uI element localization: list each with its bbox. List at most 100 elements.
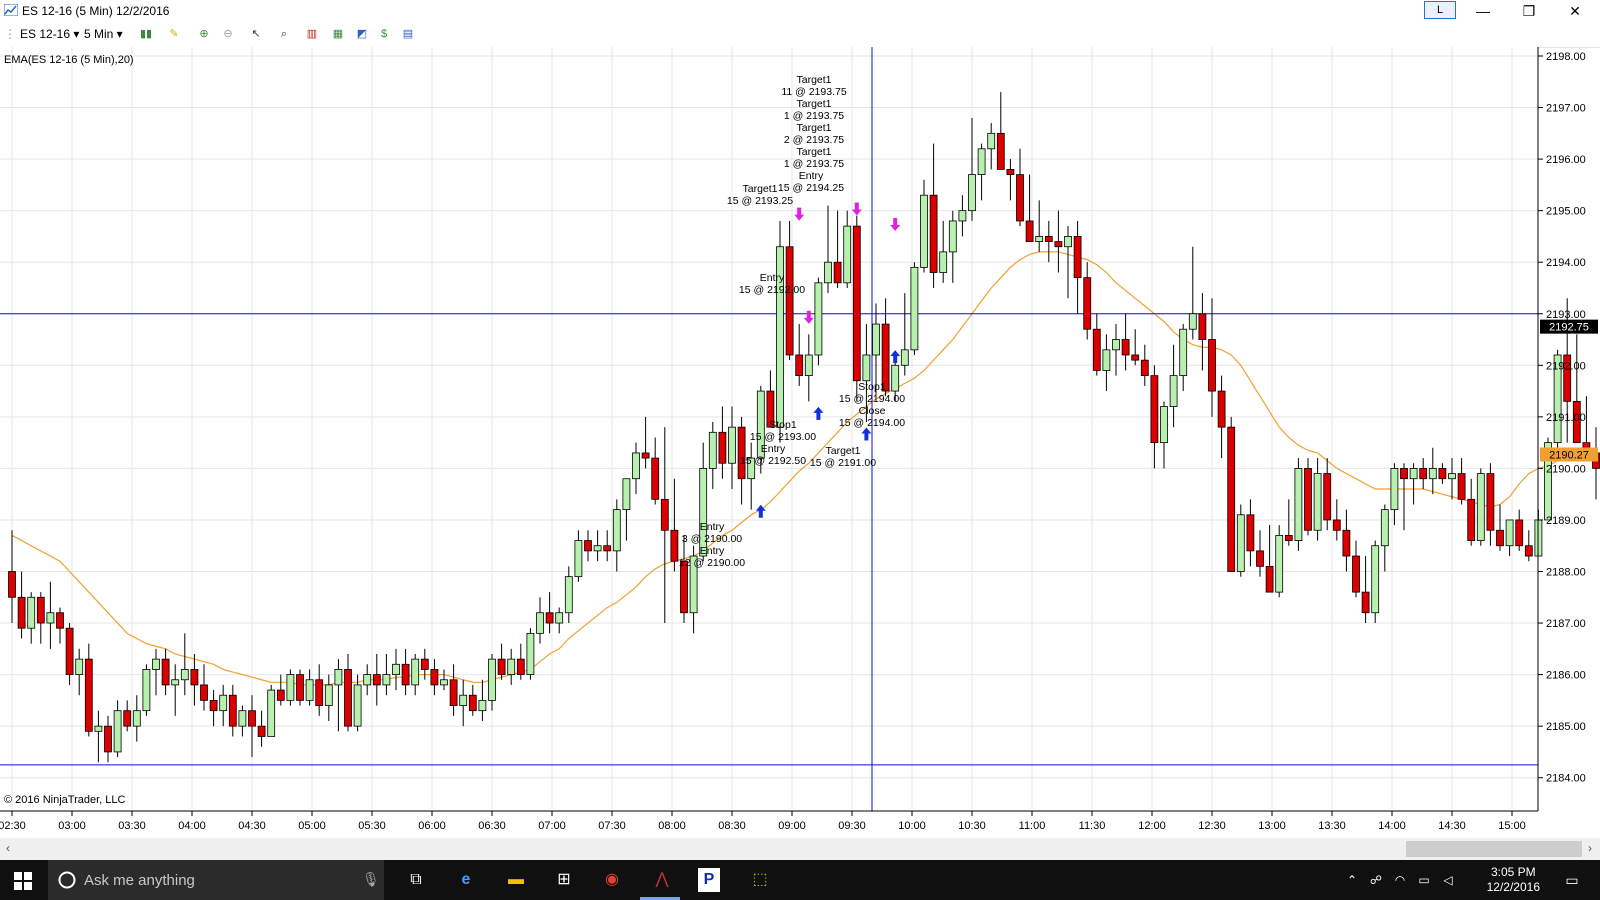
ninjatrader-icon[interactable]: ⋀ [650, 868, 674, 892]
wifi-icon[interactable]: ◠ [1388, 868, 1412, 892]
down-candle [1150, 375, 1159, 444]
up-candle [94, 725, 103, 732]
templates-icon[interactable]: ▤ [400, 27, 416, 41]
last-price-tag: 2192.75 [1549, 322, 1589, 334]
scroll-right-icon[interactable]: › [1588, 841, 1592, 855]
strategies-icon[interactable]: $ [376, 27, 392, 41]
up-candle [488, 658, 496, 701]
down-candle [1515, 519, 1524, 547]
data-box-icon[interactable]: ▦ [330, 27, 346, 41]
zoom-out-icon[interactable]: ⊖ [220, 27, 236, 41]
up-candle [1448, 473, 1456, 480]
up-candle [1169, 375, 1178, 407]
indicators-icon[interactable]: ◩ [354, 27, 370, 41]
cursor-icon[interactable]: ↖ [248, 27, 264, 41]
up-candle [238, 710, 247, 727]
time-axis-label: 05:30 [358, 820, 386, 832]
down-candle [641, 452, 650, 459]
down-candle [497, 658, 506, 676]
windows-start-icon[interactable] [14, 872, 32, 890]
trade-label: Entry [700, 545, 725, 557]
volume-icon[interactable]: ◁ [1436, 868, 1460, 892]
store-icon[interactable]: ⊞ [552, 868, 576, 892]
layout-button[interactable]: L [1424, 1, 1456, 19]
trade-label: 15 @ 2192.50 [740, 455, 806, 467]
down-candle [1419, 467, 1428, 480]
up-candle [363, 674, 372, 686]
down-candle [1284, 535, 1293, 541]
zoom-in-icon[interactable]: ⊕ [196, 27, 212, 41]
up-candle [728, 426, 736, 464]
edge-icon[interactable]: e [454, 868, 478, 892]
price-axis-label: 2189.00 [1546, 515, 1586, 527]
down-candle [420, 658, 429, 670]
pdf-app-icon[interactable]: P [698, 868, 720, 892]
network-icon[interactable]: ☍ [1364, 868, 1388, 892]
price-axis-label: 2193.00 [1546, 309, 1586, 321]
chart-toolbar: ⋮ ES 12-16 ▾ 5 Min ▾ ▮▮ ✎ ⊕ ⊖ ↖ ⌕ ▥ ▦ ◩ … [0, 22, 1600, 48]
microphone-icon[interactable]: 🎙 [362, 871, 380, 888]
price-axis-label: 2190.00 [1546, 463, 1586, 475]
down-candle [372, 674, 381, 686]
up-candle [1064, 236, 1072, 248]
copyright-text: © 2016 NinjaTrader, LLC [4, 794, 125, 806]
cortana-icon [58, 871, 76, 889]
interval-selector[interactable]: 5 Min ▾ [84, 27, 123, 41]
action-center-icon[interactable]: ▭ [1560, 868, 1584, 892]
up-candle [1179, 328, 1188, 377]
taskbar-clock[interactable]: 3:05 PM 12/2/2016 [1487, 865, 1540, 895]
up-candle [814, 282, 823, 356]
down-candle [1054, 241, 1063, 248]
up-candle [152, 658, 160, 670]
scroll-thumb[interactable] [1406, 841, 1582, 857]
down-candle [36, 596, 45, 624]
time-axis-label: 11:00 [1019, 820, 1046, 832]
up-candle [1505, 519, 1514, 547]
price-axis-label: 2198.00 [1546, 51, 1586, 63]
down-candle [1198, 313, 1207, 340]
up-candle [1380, 509, 1389, 547]
up-candle [267, 689, 276, 737]
drawing-tool-icon[interactable]: ✎ [166, 27, 182, 41]
horizontal-scrollbar[interactable]: ‹ › [0, 838, 1600, 860]
up-candle [171, 679, 180, 686]
cortana-search-box[interactable]: Ask me anything 🎙 [48, 860, 384, 900]
trading-app-icon[interactable]: ⬚ [748, 868, 772, 892]
scroll-left-icon[interactable]: ‹ [6, 841, 10, 855]
instrument-selector[interactable]: ES 12-16 ▾ [20, 27, 79, 41]
down-candle [1092, 328, 1101, 371]
time-axis-label: 08:00 [658, 820, 686, 832]
properties-icon[interactable]: ⌕ [276, 27, 292, 41]
time-axis-label: 09:30 [838, 820, 866, 832]
trade-label: Target1 [796, 98, 831, 110]
trade-label: Stop1 [858, 381, 886, 393]
maximize-button[interactable]: ❐ [1506, 0, 1552, 22]
up-candle [939, 251, 948, 273]
price-chart[interactable]: Target111 @ 2193.75Target11 @ 2193.75Tar… [0, 47, 1600, 838]
down-candle [1467, 498, 1476, 541]
indicator-label: EMA(ES 12-16 (5 Min),20) [4, 54, 134, 66]
down-candle [1016, 174, 1024, 222]
up-candle [334, 669, 343, 686]
chart-trader-icon[interactable]: ▥ [304, 27, 320, 41]
battery-icon[interactable]: ▭ [1412, 868, 1436, 892]
down-candle [65, 627, 74, 676]
trade-label: 15 @ 2193.00 [750, 431, 816, 443]
task-view-icon[interactable]: ⧉ [404, 868, 428, 892]
chart-style-icon[interactable]: ▮▮ [138, 27, 154, 41]
chrome-icon[interactable]: ◉ [600, 868, 624, 892]
file-explorer-icon[interactable]: ▬ [504, 868, 528, 892]
time-axis-label: 03:30 [118, 820, 146, 832]
windows-taskbar: Ask me anything 🎙 ⧉ e ▬ ⊞ ◉ ⋀ P ⬚ ⌃ ☍ ◠ … [0, 860, 1600, 900]
price-axis-label: 2196.00 [1546, 154, 1586, 166]
close-button[interactable]: ✕ [1552, 0, 1598, 22]
ninjatrader-chart-icon [4, 4, 18, 16]
up-candle [382, 674, 391, 686]
minimize-button[interactable]: — [1460, 0, 1506, 22]
down-candle [1083, 277, 1092, 330]
trade-label: Entry [760, 272, 785, 284]
time-axis-label: 14:00 [1378, 820, 1406, 832]
down-candle [248, 710, 256, 727]
show-hidden-icons-icon[interactable]: ⌃ [1340, 868, 1364, 892]
trade-label: 15 @ 2193.25 [727, 195, 793, 207]
